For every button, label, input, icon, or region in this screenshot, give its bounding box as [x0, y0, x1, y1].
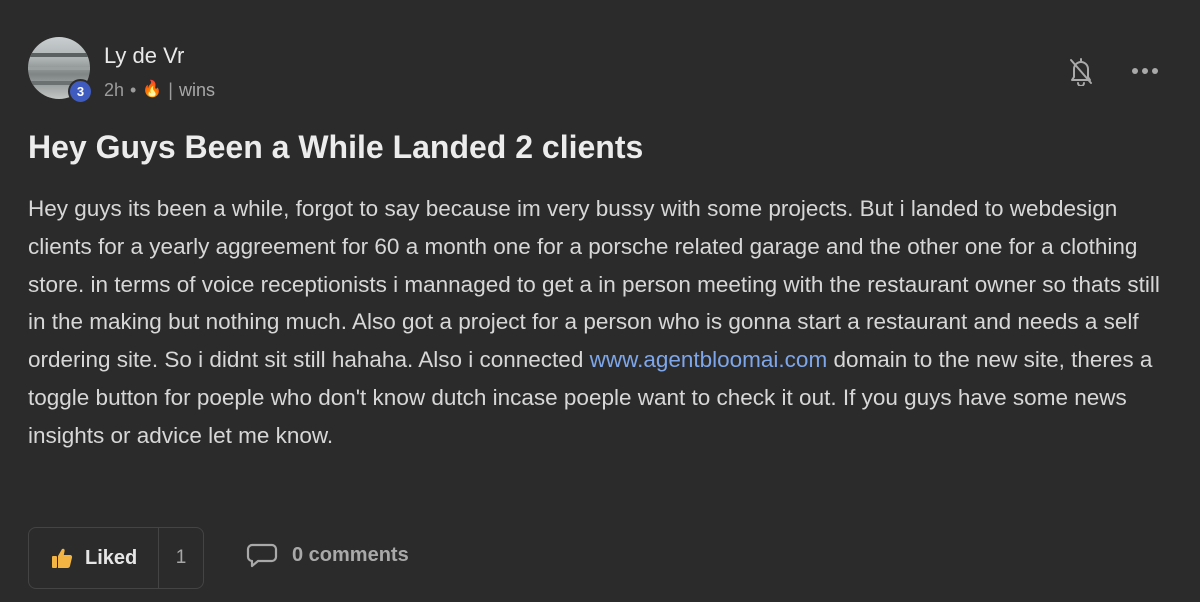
- thumbs-up-icon: [52, 548, 73, 568]
- post-meta: 2h • 🔥 | wins: [104, 79, 215, 101]
- post-title: Hey Guys Been a While Landed 2 clients: [28, 129, 644, 165]
- fire-icon: 🔥: [142, 81, 163, 98]
- comment-icon: [246, 543, 278, 568]
- level-badge: 3: [68, 79, 93, 104]
- bell-off-icon[interactable]: [1066, 56, 1096, 86]
- meta-separator: •: [130, 80, 137, 100]
- header-actions: [1066, 56, 1160, 86]
- post-category[interactable]: wins: [179, 79, 215, 101]
- post-card: 3 Ly de Vr 2h • 🔥 | wins Hey Guys Been a…: [0, 0, 1200, 602]
- like-group: Liked 1: [28, 527, 204, 589]
- post-body-text-1: Hey guys its been a while, forgot to say…: [28, 196, 1160, 373]
- post-body: Hey guys its been a while, forgot to say…: [28, 190, 1178, 455]
- post-time: 2h: [104, 80, 125, 100]
- comments-label: 0 comments: [292, 543, 409, 566]
- comments-button[interactable]: 0 comments: [246, 542, 409, 568]
- author-name[interactable]: Ly de Vr: [104, 42, 184, 70]
- avatar-container[interactable]: 3: [28, 37, 93, 104]
- like-count[interactable]: 1: [159, 528, 203, 588]
- like-label: Liked: [85, 546, 138, 569]
- post-link[interactable]: www.agentbloomai.com: [590, 347, 828, 372]
- like-button[interactable]: Liked: [29, 528, 159, 588]
- meta-divider: |: [168, 80, 173, 100]
- more-horizontal-icon[interactable]: [1130, 56, 1160, 86]
